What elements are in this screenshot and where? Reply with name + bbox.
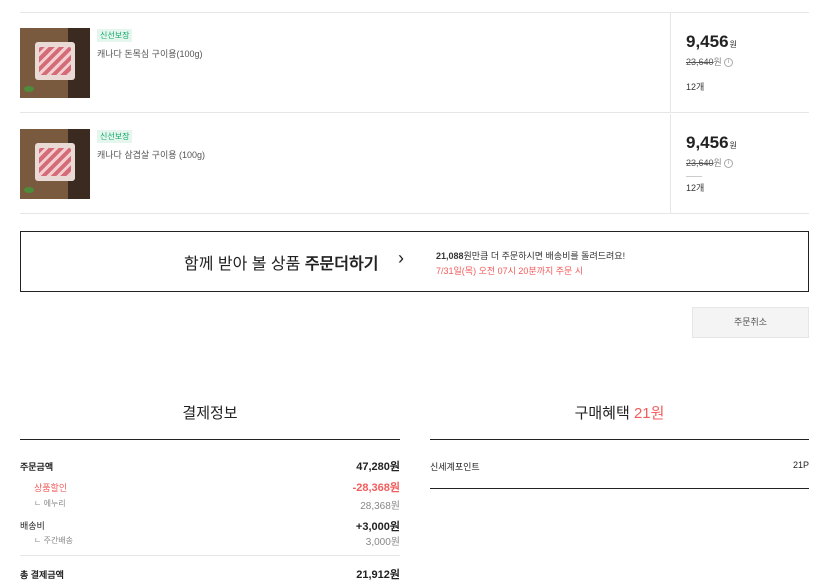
original-price-value: 23,640 bbox=[686, 158, 714, 168]
shinsegae-point-label: 신세계포인트 bbox=[430, 462, 480, 472]
shipping-sub-value: 3,000원 bbox=[365, 537, 400, 548]
total-divider bbox=[20, 555, 400, 556]
shipping-value: +3,000원 bbox=[355, 521, 400, 533]
discount-sub-value: 28,368원 bbox=[360, 501, 400, 512]
shipping-label: 배송비 bbox=[20, 521, 45, 531]
benefit-divider bbox=[430, 439, 809, 440]
total-amount-value: 21,912원 bbox=[356, 569, 400, 581]
remaining-amount: 21,088 bbox=[436, 251, 464, 261]
benefit-title-text: 구매혜택 bbox=[574, 405, 634, 422]
quantity: 12개 bbox=[686, 183, 705, 193]
price-box: 9,456원 23,640원 i 12개 bbox=[670, 13, 809, 113]
sale-price-value: 9,456 bbox=[686, 32, 729, 51]
original-price-value: 23,640 bbox=[686, 57, 714, 67]
cancel-order-button[interactable]: 주문취소 bbox=[692, 307, 809, 338]
quantity: 12개 bbox=[686, 82, 705, 92]
shipping-sub-label: ㄴ 주간배송 bbox=[34, 536, 74, 545]
purchase-benefit-title: 구매혜택 21원 bbox=[430, 402, 809, 423]
free-shipping-text: 원만큼 더 주문하시면 배송비를 돌려드려요! bbox=[463, 251, 626, 261]
price-box: 9,456원 23,640원 i 12개 bbox=[670, 114, 809, 214]
order-amount-label: 주문금액 bbox=[20, 462, 54, 472]
thumbnail-meat bbox=[39, 47, 71, 75]
sale-price-unit: 원 bbox=[729, 141, 737, 150]
original-price: 23,640원 i bbox=[686, 55, 733, 68]
discount-sub-label: ㄴ 에누리 bbox=[34, 499, 66, 508]
thumbnail-meat bbox=[39, 148, 71, 176]
sale-price-unit: 원 bbox=[729, 40, 737, 49]
product-thumbnail[interactable] bbox=[20, 129, 90, 199]
payment-divider bbox=[20, 439, 400, 440]
order-item: 신선보장 캐나다 삼겹살 구이용 (100g) 9,456원 23,640원 i … bbox=[20, 114, 809, 214]
add-order-action: 주문더하기 bbox=[304, 256, 379, 273]
add-order-label: 함께 받아 볼 상품 주문더하기 bbox=[184, 250, 378, 274]
quantity-divider bbox=[686, 176, 702, 177]
info-icon[interactable]: i bbox=[723, 159, 733, 169]
sale-price: 9,456원 bbox=[686, 32, 737, 52]
original-price-unit: 원 bbox=[713, 57, 722, 67]
order-amount-value: 47,280원 bbox=[356, 461, 400, 473]
order-deadline: 7/31일(목) 오전 07시 20분까지 주문 시 bbox=[436, 266, 584, 276]
thumbnail-garnish bbox=[24, 86, 34, 92]
shinsegae-point-value: 21P bbox=[792, 460, 809, 470]
product-thumbnail[interactable] bbox=[20, 28, 90, 98]
thumbnail-garnish bbox=[24, 187, 34, 193]
order-item: 신선보장 캐나다 돈목심 구이용(100g) 9,456원 23,640원 i 1… bbox=[20, 13, 809, 113]
fresh-guarantee-badge: 신선보장 bbox=[97, 29, 133, 42]
fresh-guarantee-badge: 신선보장 bbox=[97, 130, 133, 143]
product-name[interactable]: 캐나다 삼겹살 구이용 (100g) bbox=[97, 148, 205, 161]
sale-price-value: 9,456 bbox=[686, 133, 729, 152]
sale-price: 9,456원 bbox=[686, 133, 737, 153]
free-shipping-info: 21,088원만큼 더 주문하시면 배송비를 돌려드려요! bbox=[436, 249, 625, 262]
payment-info-title: 결제정보 bbox=[182, 405, 238, 422]
info-icon[interactable]: i bbox=[723, 58, 733, 68]
product-name[interactable]: 캐나다 돈목심 구이용(100g) bbox=[97, 47, 203, 60]
benefit-bottom-divider bbox=[430, 488, 809, 489]
original-price: 23,640원 i bbox=[686, 156, 733, 169]
total-amount-label: 총 결제금액 bbox=[20, 570, 64, 580]
discount-value: -28,368원 bbox=[352, 482, 400, 494]
benefit-amount: 21원 bbox=[633, 405, 665, 422]
original-price-unit: 원 bbox=[713, 158, 722, 168]
chevron-right-icon: › bbox=[398, 248, 404, 268]
discount-label: 상품할인 bbox=[34, 483, 68, 493]
add-order-prefix: 함께 받아 볼 상품 bbox=[184, 256, 305, 273]
add-order-banner[interactable]: 함께 받아 볼 상품 주문더하기 › 21,088원만큼 더 주문하시면 배송비… bbox=[20, 231, 809, 292]
